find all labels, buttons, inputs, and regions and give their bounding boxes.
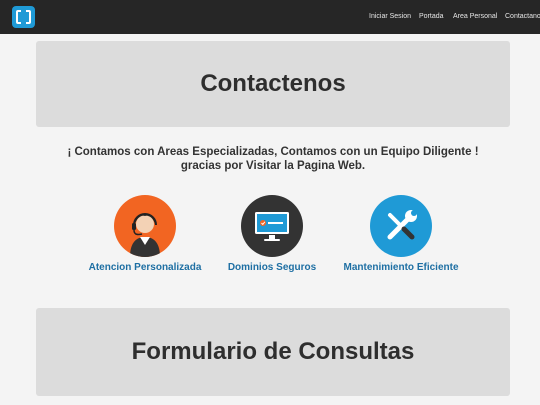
nav-iniciar-sesion[interactable]: Iniciar Sesion bbox=[369, 0, 411, 34]
form-section-title: Formulario de Consultas bbox=[36, 308, 510, 396]
nav-portada[interactable]: Portada bbox=[419, 0, 444, 34]
support-agent-icon bbox=[114, 195, 176, 257]
service-label-mantenimiento[interactable]: Mantenimiento Eficiente bbox=[326, 262, 476, 273]
brand-logo-icon[interactable] bbox=[12, 6, 35, 28]
top-navbar: Iniciar Sesion Portada Area Personal Con… bbox=[0, 0, 540, 34]
slogan-line-2: gracias por Visitar la Pagina Web. bbox=[180, 160, 366, 172]
service-label-dominios[interactable]: Dominios Seguros bbox=[197, 262, 347, 273]
slogan-line-1: ¡ Contamos con Areas Especializadas, Con… bbox=[67, 146, 479, 158]
nav-contactanos[interactable]: Contactanos bbox=[505, 0, 540, 34]
tools-icon bbox=[370, 195, 432, 257]
slogan: ¡ Contamos con Areas Especializadas, Con… bbox=[36, 145, 510, 173]
service-mantenimiento: Mantenimiento Eficiente bbox=[326, 195, 476, 273]
service-dominios: Dominios Seguros bbox=[197, 195, 347, 273]
page-title: Contactenos bbox=[36, 41, 510, 127]
nav-area-personal[interactable]: Area Personal bbox=[453, 0, 497, 34]
secure-monitor-icon bbox=[241, 195, 303, 257]
